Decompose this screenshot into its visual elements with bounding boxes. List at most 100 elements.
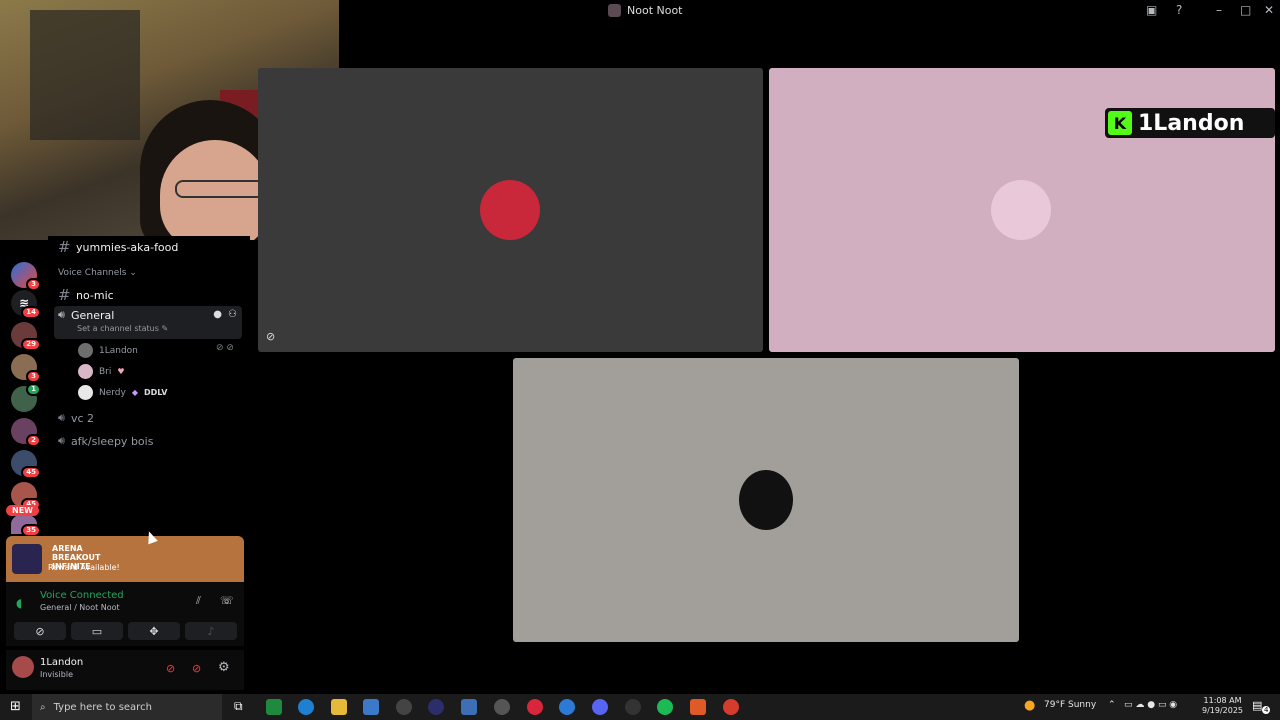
chat-icon[interactable]: ● bbox=[213, 309, 222, 320]
avatar bbox=[78, 385, 93, 400]
weather-text[interactable]: 79°F Sunny bbox=[1044, 700, 1096, 710]
app-icon[interactable] bbox=[527, 699, 543, 715]
tray-icons[interactable]: ▭ ☁ ● ▭ ◉ bbox=[1124, 700, 1177, 710]
discord-icon[interactable] bbox=[592, 699, 608, 715]
server-icon[interactable]: 2 bbox=[11, 418, 41, 447]
kick-logo-icon: K bbox=[1108, 111, 1132, 135]
new-pill[interactable]: NEW bbox=[6, 505, 39, 516]
channel-general[interactable]: 🔊︎ General Set a channel status ✎ ● ⚇ bbox=[54, 306, 242, 339]
server-icon[interactable]: 1 bbox=[11, 383, 41, 412]
video-button[interactable]: ⊘ bbox=[14, 622, 66, 640]
add-user-icon[interactable]: ⚇ bbox=[228, 309, 237, 320]
channel-yummies[interactable]: # yummies-aka-food bbox=[58, 238, 178, 256]
category-voice-channels[interactable]: Voice Channels ⌄ bbox=[58, 268, 137, 278]
channel-label: General bbox=[70, 308, 115, 322]
help-icon[interactable]: ? bbox=[1176, 3, 1182, 17]
notification-count: 4 bbox=[1262, 706, 1271, 714]
noise-suppression-icon[interactable]: ⫽ bbox=[196, 594, 201, 608]
channel-status-text[interactable]: Set a channel status bbox=[77, 324, 159, 333]
doorway bbox=[30, 10, 140, 140]
app-icon[interactable] bbox=[625, 699, 641, 715]
gear-icon[interactable]: ⚙ bbox=[218, 660, 230, 675]
deafen-icon[interactable]: ⊘ bbox=[192, 662, 201, 675]
mic-muted-icon[interactable]: ⊘ bbox=[166, 662, 175, 675]
search-icon: ⌕ bbox=[40, 701, 46, 713]
clock-time: 11:08 AM bbox=[1203, 696, 1242, 705]
notification-icon[interactable]: ▤ bbox=[1252, 699, 1262, 712]
user-panel: 1Landon Invisible ⊘ ⊘ ⚙ bbox=[6, 650, 244, 690]
channel-vc2[interactable]: 🔊︎ vc 2 bbox=[58, 411, 94, 425]
voice-member[interactable]: 1Landon bbox=[78, 343, 138, 358]
voice-member[interactable]: Nerdy ◆ DDLV bbox=[78, 385, 167, 400]
avatar bbox=[991, 180, 1051, 240]
app-icon[interactable] bbox=[559, 699, 575, 715]
user-name[interactable]: 1Landon bbox=[40, 657, 83, 668]
badge: 14 bbox=[21, 306, 41, 319]
store-icon[interactable] bbox=[363, 699, 379, 715]
name-overlay: K 1Landon bbox=[1105, 108, 1275, 138]
calculator-icon[interactable] bbox=[461, 699, 477, 715]
badge: 2 bbox=[26, 434, 41, 447]
activity-button[interactable]: ✥ bbox=[128, 622, 180, 640]
hash-icon: # bbox=[58, 238, 71, 256]
server-rail: 3 ≋ 14 29 3 1 2 45 45 35 bbox=[0, 240, 48, 540]
media-icon[interactable] bbox=[428, 699, 444, 715]
mute-icon: ⊘ ⊘ bbox=[216, 343, 234, 353]
server-icon[interactable]: 3 bbox=[11, 262, 41, 291]
screen-share-button[interactable]: ▭ bbox=[71, 622, 123, 640]
server-icon[interactable]: 3 bbox=[11, 354, 41, 383]
disconnect-icon[interactable]: ☏ bbox=[220, 594, 234, 607]
server-icon[interactable]: 29 bbox=[11, 322, 41, 351]
minimize-icon[interactable]: – bbox=[1216, 3, 1222, 17]
clock-date: 9/19/2025 bbox=[1202, 706, 1244, 715]
video-off-icon: ⊘ bbox=[266, 330, 276, 343]
promo-banner[interactable]: ARENA BREAKOUT INFINITE Reward Available… bbox=[6, 536, 244, 582]
server-icon[interactable]: 45 bbox=[11, 450, 41, 479]
heart-icon: ♥ bbox=[117, 367, 125, 376]
speaker-icon: 🔊︎ bbox=[58, 308, 65, 321]
edge-icon[interactable] bbox=[298, 699, 314, 715]
task-view-icon[interactable]: ⧉ bbox=[234, 699, 243, 714]
channel-label: afk/sleepy bois bbox=[70, 434, 154, 448]
file-explorer-icon[interactable] bbox=[331, 699, 347, 715]
soundboard-button[interactable]: ♪ bbox=[185, 622, 237, 640]
avatar bbox=[480, 180, 540, 240]
settings-icon[interactable] bbox=[494, 699, 510, 715]
voice-status[interactable]: Voice Connected bbox=[40, 590, 124, 601]
weather-icon: ● bbox=[1024, 698, 1036, 713]
video-tile[interactable] bbox=[513, 358, 1019, 642]
member-name: Bri bbox=[99, 366, 112, 377]
server-icon[interactable]: ≋ 14 bbox=[11, 290, 41, 319]
avatar[interactable] bbox=[12, 656, 34, 678]
xbox-icon[interactable] bbox=[266, 699, 282, 715]
windows-icon[interactable]: ⊞ bbox=[10, 699, 21, 714]
video-tile[interactable]: K 1Landon bbox=[769, 68, 1275, 352]
clock[interactable]: 11:08 AM 9/19/2025 bbox=[1202, 696, 1243, 716]
channel-afk[interactable]: 🔊︎ afk/sleepy bois bbox=[58, 434, 153, 448]
channel-label: no-mic bbox=[76, 288, 114, 302]
taskbar-search[interactable]: ⌕ Type here to search bbox=[32, 694, 222, 720]
app-icon[interactable] bbox=[396, 699, 412, 715]
channel-no-mic[interactable]: # no-mic bbox=[58, 286, 114, 304]
chevron-up-icon[interactable]: ⌃ bbox=[1108, 700, 1116, 710]
channel-label: yummies-aka-food bbox=[76, 240, 179, 254]
pencil-icon[interactable]: ✎ bbox=[161, 324, 168, 333]
brave-icon[interactable] bbox=[690, 699, 706, 715]
badge: 3 bbox=[26, 278, 41, 291]
close-icon[interactable]: ✕ bbox=[1264, 3, 1274, 17]
member-tag: DDLV bbox=[144, 388, 168, 397]
badge: 29 bbox=[21, 338, 41, 351]
window-title: Noot Noot bbox=[608, 4, 683, 17]
voice-channel[interactable]: General / Noot Noot bbox=[40, 603, 120, 612]
maximize-icon[interactable]: □ bbox=[1240, 3, 1251, 17]
chrome-icon[interactable] bbox=[723, 699, 739, 715]
category-label: Voice Channels bbox=[58, 268, 127, 278]
window-title-text: Noot Noot bbox=[627, 4, 683, 17]
video-tile[interactable]: ⊘ bbox=[258, 68, 763, 352]
voice-member[interactable]: Bri ♥ bbox=[78, 364, 125, 379]
inbox-icon[interactable]: ▣ bbox=[1146, 3, 1157, 17]
server-icon[interactable]: 35 bbox=[11, 514, 41, 537]
chevron-down-icon: ⌄ bbox=[129, 268, 137, 278]
spotify-icon[interactable] bbox=[657, 699, 673, 715]
badge: 3 bbox=[26, 370, 41, 383]
